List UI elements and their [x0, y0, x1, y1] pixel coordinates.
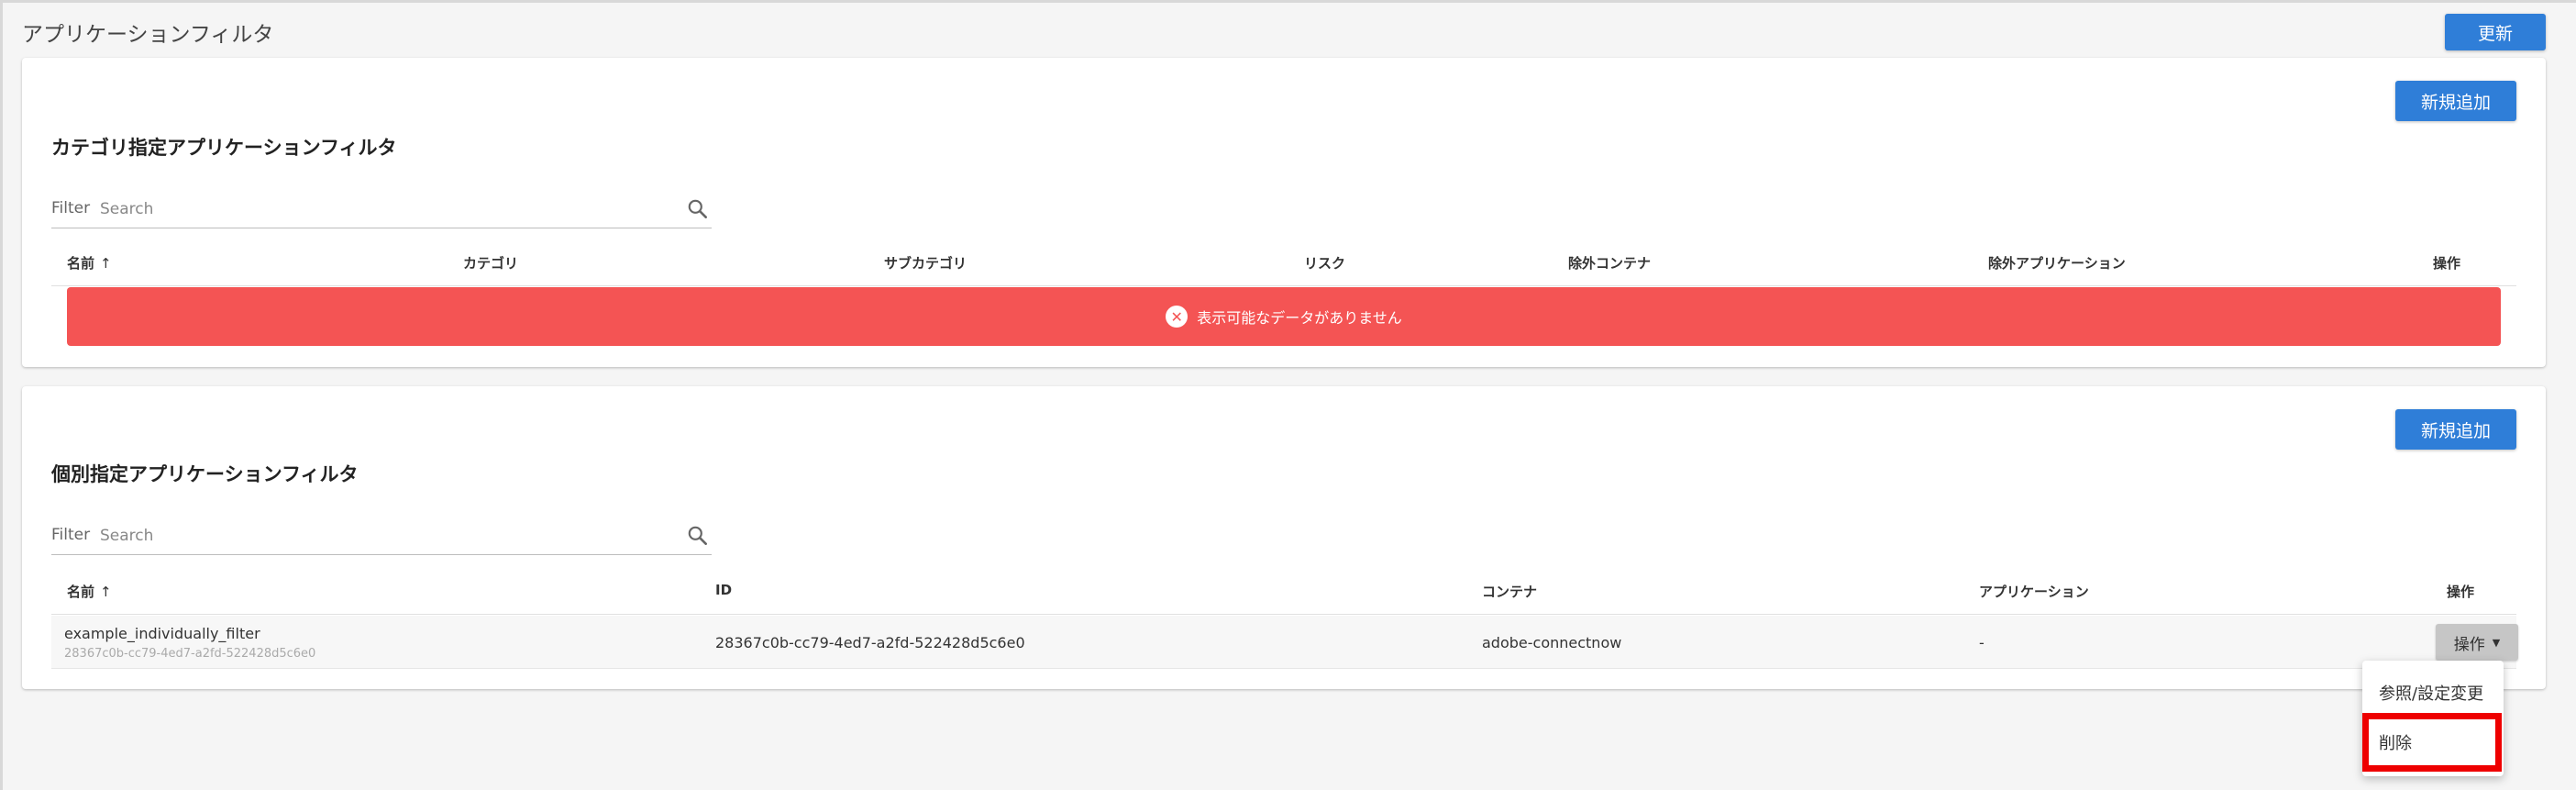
row-container: adobe-connectnow	[1482, 634, 1622, 651]
empty-data-alert: ✕ 表示可能なデータがありません	[67, 287, 2501, 346]
column-header-name[interactable]: 名前 ↑	[67, 582, 112, 601]
menu-item-view-edit[interactable]: 参照/設定変更	[2379, 681, 2483, 705]
category-filter-label: Filter	[51, 199, 91, 217]
individual-table-header: 名前 ↑ ID コンテナ アプリケーション 操作	[51, 567, 2516, 615]
row-id: 28367c0b-cc79-4ed7-a2fd-522428d5c6e0	[715, 634, 1025, 651]
window-top-border	[0, 0, 2576, 3]
sort-asc-icon: ↑	[100, 255, 112, 272]
caret-down-icon: ▼	[2492, 636, 2501, 649]
individual-filter-bar: Filter	[51, 522, 712, 555]
window-left-border	[0, 0, 3, 790]
circle-x-icon: ✕	[1166, 306, 1188, 328]
column-header-container[interactable]: コンテナ	[1482, 582, 1537, 601]
row-name: example_individually_filter	[64, 625, 260, 642]
row-actions-button[interactable]: 操作 ▼	[2436, 624, 2518, 661]
refresh-button[interactable]: 更新	[2445, 14, 2546, 50]
column-header-risk[interactable]: リスク	[1304, 253, 1345, 273]
column-header-id[interactable]: ID	[715, 582, 732, 598]
sort-asc-icon: ↑	[100, 584, 112, 600]
column-header-excluded-application[interactable]: 除外アプリケーション	[1988, 253, 2126, 273]
individual-filter-label: Filter	[51, 526, 91, 544]
category-section-title: カテゴリ指定アプリケーションフィルタ	[51, 137, 397, 159]
page-title: アプリケーションフィルタ	[22, 23, 274, 47]
actions-dropdown-menu: 参照/設定変更 削除	[2362, 661, 2504, 776]
column-header-name[interactable]: 名前 ↑	[67, 253, 112, 273]
table-row: example_individually_filter 28367c0b-cc7…	[51, 616, 2518, 669]
row-actions-label: 操作	[2453, 635, 2485, 654]
individual-search-input[interactable]	[100, 522, 650, 550]
column-header-subcategory[interactable]: サブカテゴリ	[884, 253, 967, 273]
column-header-category[interactable]: カテゴリ	[463, 253, 518, 273]
search-icon[interactable]	[686, 197, 710, 221]
individual-filter-card: 新規追加 個別指定アプリケーションフィルタ Filter 名前↑ ID コンテナ…	[22, 386, 2546, 689]
category-filter-bar: Filter	[51, 195, 712, 228]
column-header-actions: 操作	[2433, 255, 2461, 272]
column-header-application[interactable]: アプリケーション	[1979, 582, 2089, 601]
row-application: -	[1979, 634, 1985, 651]
menu-item-delete[interactable]: 削除	[2379, 730, 2412, 754]
category-search-input[interactable]	[100, 195, 650, 223]
search-icon[interactable]	[686, 524, 710, 548]
category-filter-card: 新規追加 カテゴリ指定アプリケーションフィルタ Filter 名前↑ カテゴリ …	[22, 58, 2546, 367]
category-add-button[interactable]: 新規追加	[2395, 81, 2516, 121]
individual-section-title: 個別指定アプリケーションフィルタ	[51, 463, 359, 485]
individual-add-button[interactable]: 新規追加	[2395, 409, 2516, 450]
row-name-sub-id: 28367c0b-cc79-4ed7-a2fd-522428d5c6e0	[64, 647, 316, 661]
category-table-header: 名前 ↑ カテゴリ サブカテゴリ リスク 除外コンテナ 除外アプリケーション 操作	[51, 239, 2516, 286]
column-header-actions: 操作	[2447, 584, 2475, 600]
column-header-excluded-container[interactable]: 除外コンテナ	[1568, 253, 1651, 273]
empty-message: 表示可能なデータがありません	[1197, 309, 1402, 327]
